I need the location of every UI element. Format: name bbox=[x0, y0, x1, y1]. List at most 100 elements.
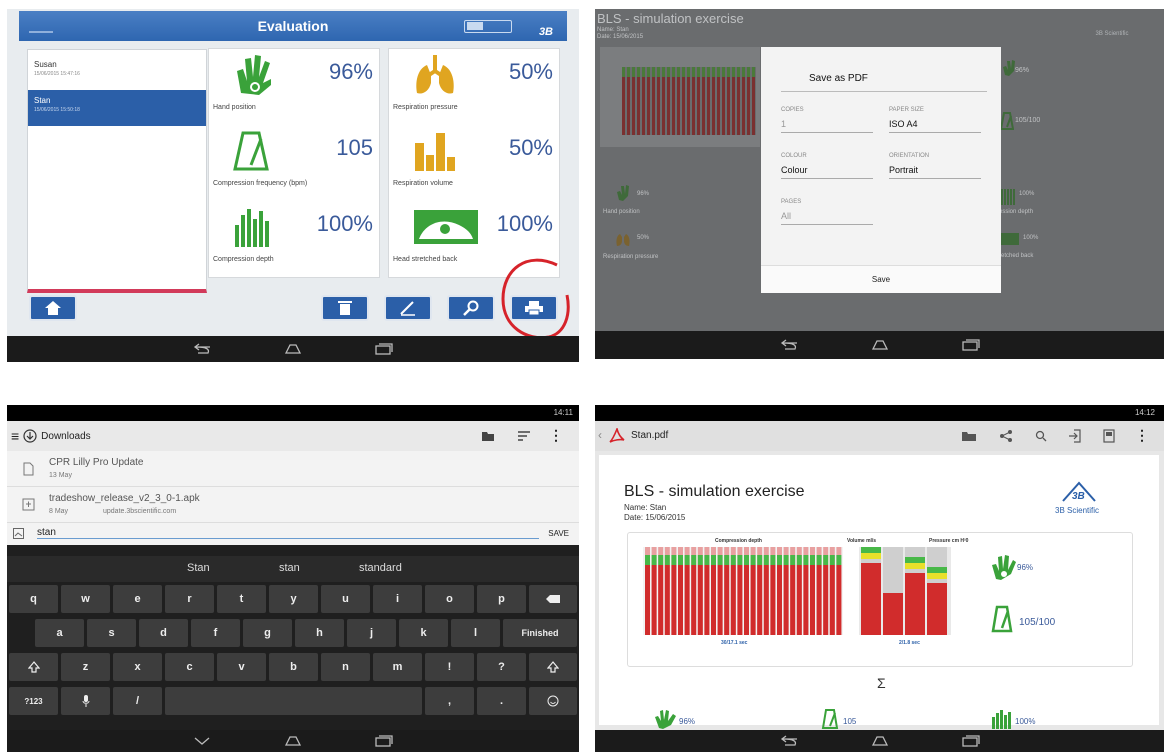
filename-input[interactable]: stan bbox=[37, 527, 539, 539]
save-button[interactable]: SAVE bbox=[548, 529, 569, 538]
suggestion[interactable]: Stan bbox=[187, 562, 210, 574]
metric-value: 105 bbox=[336, 135, 373, 160]
save-button[interactable]: Save bbox=[761, 265, 1001, 293]
home-nav-icon[interactable] bbox=[282, 343, 304, 355]
key[interactable]: b bbox=[269, 653, 318, 681]
key[interactable]: a bbox=[35, 619, 84, 647]
key[interactable]: n bbox=[321, 653, 370, 681]
key[interactable]: v bbox=[217, 653, 266, 681]
brand-name: 3B Scientific bbox=[1055, 506, 1100, 515]
mic-key[interactable] bbox=[61, 687, 110, 715]
delete-button[interactable] bbox=[321, 295, 369, 321]
share-icon[interactable] bbox=[999, 429, 1013, 443]
key[interactable]: j bbox=[347, 619, 396, 647]
key[interactable]: q bbox=[9, 585, 58, 613]
emoji-key[interactable] bbox=[529, 687, 577, 715]
key[interactable]: g bbox=[243, 619, 292, 647]
key[interactable]: h bbox=[295, 619, 344, 647]
key[interactable]: l bbox=[451, 619, 500, 647]
recents-icon[interactable] bbox=[961, 339, 981, 351]
list-item[interactable]: Stan 15/06/2015 15:50:18 bbox=[28, 90, 206, 126]
space-key[interactable] bbox=[165, 687, 422, 715]
key[interactable]: x bbox=[113, 653, 162, 681]
bg-label: retched back bbox=[999, 253, 1034, 259]
download-icon bbox=[23, 429, 37, 443]
bar bbox=[770, 565, 776, 635]
back-chevron-icon[interactable]: ‹ bbox=[598, 428, 602, 442]
key[interactable]: / bbox=[113, 687, 162, 715]
key[interactable]: ? bbox=[477, 653, 526, 681]
back-icon[interactable] bbox=[192, 343, 212, 355]
recents-icon[interactable] bbox=[374, 735, 394, 747]
bookmark-icon[interactable] bbox=[1103, 429, 1115, 443]
printer-select[interactable]: Save as PDF bbox=[809, 73, 868, 84]
android-nav-bar bbox=[595, 331, 1164, 359]
list-item[interactable]: Susan 15/06/2015 15:47:16 bbox=[28, 54, 206, 90]
chart-footer: 2/1.8 sec bbox=[899, 640, 920, 646]
more-icon[interactable]: ⋮ bbox=[1135, 427, 1149, 444]
orientation-select[interactable]: ORIENTATION Portrait bbox=[889, 153, 981, 179]
key[interactable]: w bbox=[61, 585, 110, 613]
key[interactable]: s bbox=[87, 619, 136, 647]
home-nav-icon[interactable] bbox=[869, 339, 891, 351]
suggestion[interactable]: standard bbox=[359, 562, 402, 574]
key[interactable]: ! bbox=[425, 653, 474, 681]
list-item[interactable]: CPR Lilly Pro Update 13 May bbox=[7, 451, 579, 487]
key[interactable]: y bbox=[269, 585, 318, 613]
search-icon[interactable] bbox=[1035, 430, 1047, 442]
pages-value: All bbox=[781, 211, 792, 221]
pages-select[interactable]: PAGES All bbox=[781, 199, 873, 225]
copies-field[interactable]: COPIES 1 bbox=[781, 107, 873, 133]
key[interactable]: i bbox=[373, 585, 422, 613]
key[interactable]: z bbox=[61, 653, 110, 681]
key[interactable]: m bbox=[373, 653, 422, 681]
key[interactable]: , bbox=[425, 687, 474, 715]
suggestion[interactable]: stan bbox=[279, 562, 300, 574]
goto-page-icon[interactable] bbox=[1068, 429, 1081, 443]
folder-icon[interactable] bbox=[961, 431, 977, 442]
hand-value: 96% bbox=[1017, 563, 1034, 572]
list-item[interactable]: tradeshow_release_v2_3_0-1.apk 8 May upd… bbox=[7, 487, 579, 523]
key[interactable]: t bbox=[217, 585, 266, 613]
recents-icon[interactable] bbox=[374, 343, 394, 355]
symbols-key[interactable]: ?123 bbox=[9, 687, 58, 715]
edit-button[interactable] bbox=[384, 295, 432, 321]
back-icon[interactable] bbox=[779, 735, 799, 747]
bar bbox=[645, 565, 650, 635]
paper-size-select[interactable]: PAPER SIZE ISO A4 bbox=[889, 107, 981, 133]
bar bbox=[829, 565, 835, 635]
paper-size-label: PAPER SIZE bbox=[889, 107, 924, 113]
sort-icon[interactable] bbox=[517, 430, 531, 442]
key[interactable]: f bbox=[191, 619, 240, 647]
key[interactable]: r bbox=[165, 585, 214, 613]
recents-icon[interactable] bbox=[961, 735, 981, 747]
home-nav-icon[interactable] bbox=[282, 735, 304, 747]
copies-value: 1 bbox=[781, 119, 787, 129]
key[interactable]: u bbox=[321, 585, 370, 613]
key[interactable]: . bbox=[477, 687, 526, 715]
back-icon[interactable] bbox=[779, 339, 799, 351]
android-nav-bar bbox=[7, 336, 579, 362]
finished-key[interactable]: Finished bbox=[503, 619, 577, 647]
key[interactable]: o bbox=[425, 585, 474, 613]
key[interactable]: k bbox=[399, 619, 448, 647]
backspace-key[interactable] bbox=[529, 585, 577, 613]
home-nav-icon[interactable] bbox=[869, 735, 891, 747]
search-button[interactable] bbox=[447, 295, 495, 321]
metric-value: 100% bbox=[496, 211, 553, 236]
menu-icon[interactable]: ≡ bbox=[11, 428, 19, 444]
home-button[interactable] bbox=[29, 295, 77, 321]
colour-select[interactable]: COLOUR Colour bbox=[781, 153, 873, 179]
hide-keyboard-icon[interactable] bbox=[192, 736, 212, 746]
bottom-value: 96% bbox=[679, 717, 696, 726]
key[interactable]: p bbox=[477, 585, 526, 613]
shift-key[interactable] bbox=[529, 653, 577, 681]
shift-key[interactable] bbox=[9, 653, 58, 681]
more-icon[interactable]: ⋮ bbox=[549, 427, 563, 444]
bar-top bbox=[744, 555, 749, 565]
key[interactable]: c bbox=[165, 653, 214, 681]
key[interactable]: d bbox=[139, 619, 188, 647]
key[interactable]: e bbox=[113, 585, 162, 613]
new-folder-icon[interactable] bbox=[481, 430, 497, 442]
3b-logo-icon: 3B bbox=[1062, 481, 1096, 502]
